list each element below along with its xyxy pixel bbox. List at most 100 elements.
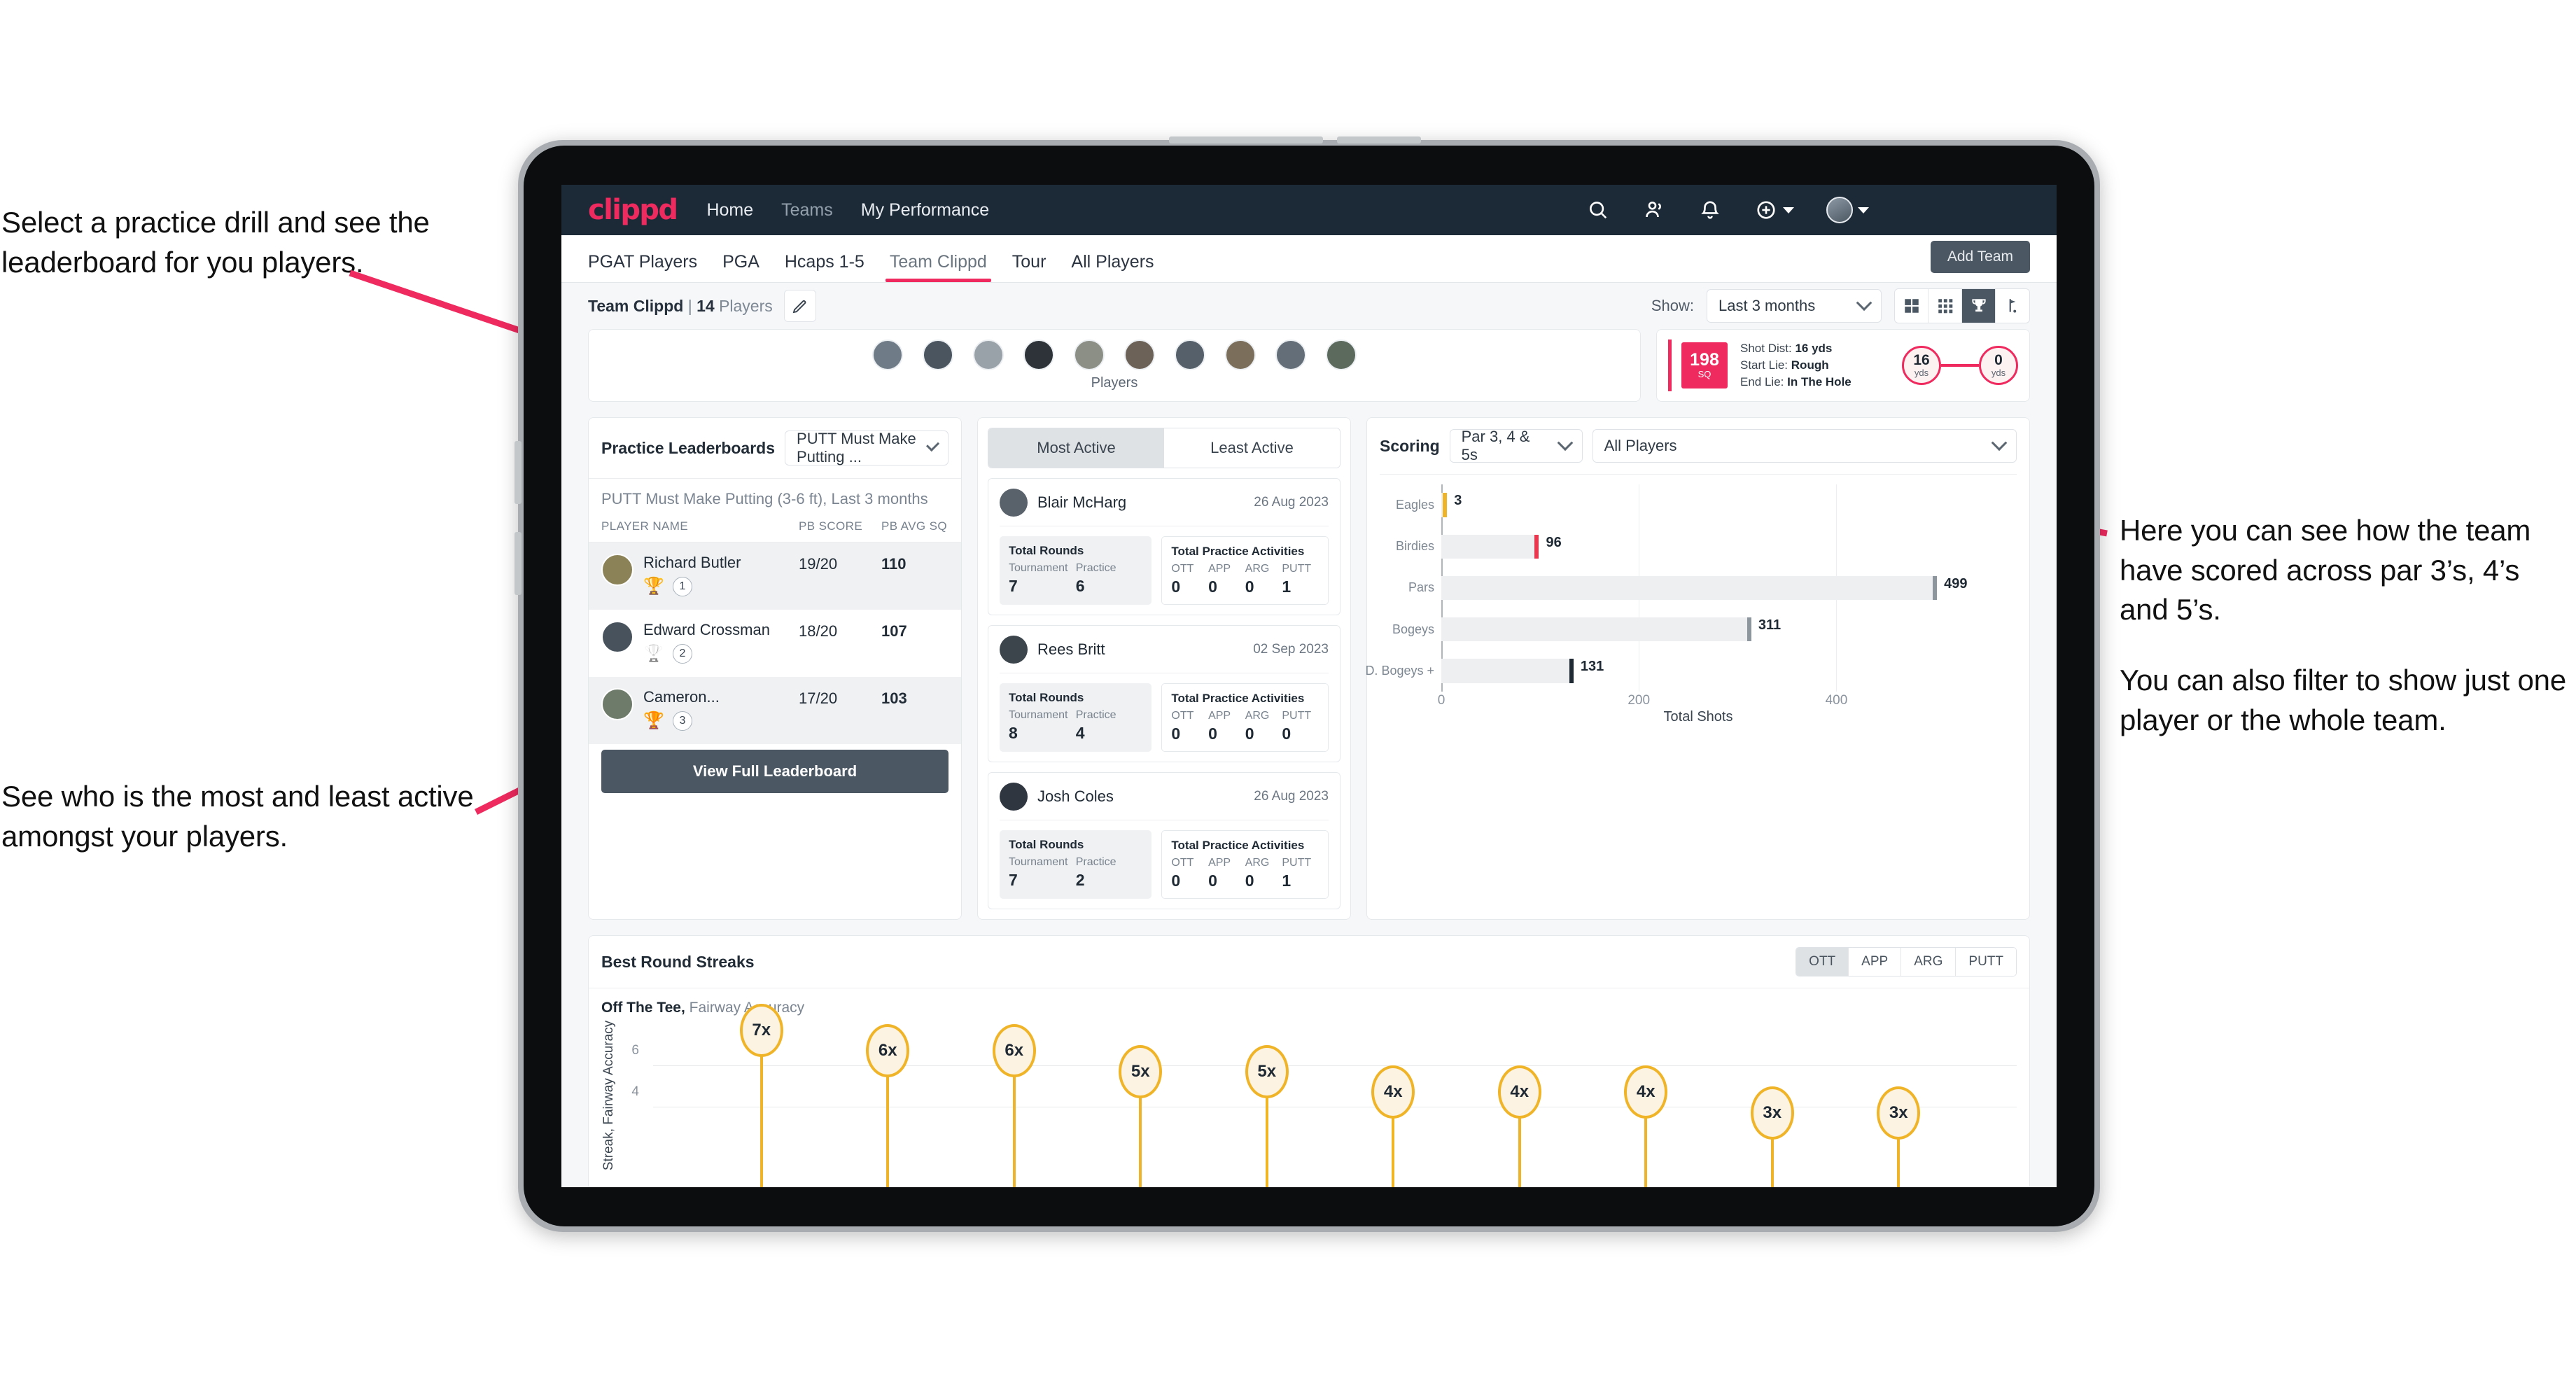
practice-activities-cols: OTT 0 APP 0 ARG 0 PUTT 1 [1171,857,1319,890]
bar-category-label: D. Bogeys + [1365,663,1434,678]
list-item[interactable]: Rees Britt 02 Sep 2023 Total Rounds Tour… [988,625,1340,762]
profile-menu[interactable] [1826,197,1869,223]
player-avatar-row [872,340,1357,370]
putt-value: 1 [1282,578,1292,596]
drill-select[interactable]: PUTT Must Make Putting ... [785,430,948,465]
team-tabs: PGAT Players PGA Hcaps 1-5 Team Clippd T… [561,235,2057,283]
app-screen: clippd Home Teams My Performance PGAT Pl… [561,185,2057,1187]
table-row[interactable]: Edward Crossman 🏆 2 18/20 107 [589,610,961,677]
putt-value: 0 [1282,724,1292,743]
grid-small-icon[interactable] [1928,289,1962,323]
table-row[interactable]: Richard Butler 🏆 1 19/20 110 [589,542,961,610]
search-icon[interactable] [1586,198,1610,222]
avatar[interactable] [973,340,1004,370]
avatar[interactable] [1124,340,1155,370]
streak-value-bubble: 5x [1119,1044,1163,1098]
team-subheader: Team Clippd | 14 Players Show: Last 3 mo… [561,283,2057,329]
avatar[interactable] [1225,340,1256,370]
add-team-button[interactable]: Add Team [1930,241,2030,273]
avatar[interactable] [1175,340,1205,370]
putt-value: 1 [1282,872,1292,890]
clippd-logo[interactable]: clippd [588,194,678,226]
column-player-name: PLAYER NAME [601,519,689,533]
rank-number: 3 [672,711,692,731]
toggle-putt[interactable]: PUTT [1956,948,2016,976]
putt-key: PUTT [1282,563,1312,575]
table-row[interactable]: Cameron... 🏆 3 17/20 103 [589,677,961,744]
tab-all-players[interactable]: All Players [1058,252,1166,282]
practice-leaderboard-title: Practice Leaderboards [601,438,776,457]
list-item[interactable]: Blair McHarg 26 Aug 2023 Total Rounds To… [988,478,1340,615]
avatar[interactable] [1826,197,1853,223]
nav-link-home[interactable]: Home [706,200,753,220]
player-name: Edward Crossman [643,621,770,638]
activity-stats: Total Rounds Tournament 8 Practice 4 Tot… [1000,683,1329,752]
player-name: Blair McHarg [1037,493,1127,511]
avatar [1000,489,1028,517]
avatar[interactable] [923,340,953,370]
avatar[interactable] [1074,340,1105,370]
dashboard-content: Players 198 SQ Shot Dist: 16 yds Start L… [561,329,2057,1187]
chevron-down-icon [925,438,939,452]
bar: 131 [1441,659,1604,683]
avatar [601,621,634,653]
flag-icon[interactable] [1996,289,2029,323]
bell-icon[interactable] [1698,198,1722,222]
primary-nav: Home Teams My Performance [706,200,989,220]
trophy-icon[interactable] [1962,289,1996,323]
tab-hcaps-1-5[interactable]: Hcaps 1-5 [772,252,877,282]
view-full-leaderboard-button[interactable]: View Full Leaderboard [601,750,948,793]
date-range-select[interactable]: Last 3 months [1707,289,1882,323]
tab-least-active[interactable]: Least Active [1164,428,1340,468]
edit-team-button[interactable] [783,290,816,322]
toggle-ott[interactable]: OTT [1796,948,1849,976]
tournament-value: 8 [1009,724,1018,742]
tab-most-active[interactable]: Most Active [988,428,1164,468]
bar: 96 [1441,534,1562,559]
middle-row: Practice Leaderboards PUTT Must Make Put… [588,417,2030,920]
shot-quality-unit: SQ [1698,369,1712,379]
lollipop-stem [1644,1107,1648,1187]
plus-circle-icon[interactable] [1754,198,1778,222]
player-rank-badge: 🏆 1 [643,577,799,596]
arg-key: ARG [1245,563,1270,575]
pb-score-value: 19/20 [799,555,838,573]
nav-link-my-performance[interactable]: My Performance [861,200,989,220]
list-item[interactable]: Josh Coles 26 Aug 2023 Total Rounds Tour… [988,772,1340,909]
grid-large-icon[interactable] [1895,289,1928,323]
drill-select-value: PUTT Must Make Putting ... [797,430,916,465]
bar-cap [1569,659,1574,683]
drill-subtitle: PUTT Must Make Putting (3-6 ft), Last 3 … [589,478,961,519]
avatar[interactable] [1326,340,1357,370]
practice-key: Practice [1075,562,1116,574]
nav-link-teams[interactable]: Teams [781,200,833,220]
arg-key: ARG [1245,710,1270,722]
scoring-chart-plot-area: Eagles 3 Birdies 96 Pars 499 Bogeys 311 D. Bogey… [1365,484,1975,692]
add-menu[interactable] [1754,198,1794,222]
arg-key: ARG [1245,857,1270,869]
tab-pga[interactable]: PGA [710,252,772,282]
bar-wrapper: 96 [1441,534,1975,559]
people-icon[interactable] [1642,198,1666,222]
practice-leaderboard-header: Practice Leaderboards PUTT Must Make Put… [589,418,961,478]
gridline [653,1065,2017,1066]
start-lie-key: Start Lie: [1740,358,1788,372]
player-rank-badge: 🏆 3 [643,711,799,731]
player-name: Josh Coles [1037,788,1114,805]
shot-dist-key: Shot Dist: [1740,341,1792,355]
par-filter-select[interactable]: Par 3, 4 & 5s [1449,428,1583,463]
date-range-value: Last 3 months [1718,297,1816,314]
toggle-arg[interactable]: ARG [1901,948,1956,976]
tab-tour[interactable]: Tour [1000,252,1059,282]
tab-team-clippd[interactable]: Team Clippd [877,252,1000,282]
start-lie-value: Rough [1791,358,1829,372]
player-rank-badge: 🏆 2 [643,644,799,664]
scoring-chart: Eagles 3 Birdies 96 Pars 499 Bogeys 311 D. Bogey… [1365,484,2017,724]
avatar[interactable] [1023,340,1054,370]
tab-pgat-players[interactable]: PGAT Players [588,252,710,282]
player-filter-select[interactable]: All Players [1592,429,2017,463]
avatar[interactable] [1275,340,1306,370]
avatar[interactable] [872,340,903,370]
chevron-down-icon [1991,435,2008,451]
toggle-app[interactable]: APP [1849,948,1902,976]
